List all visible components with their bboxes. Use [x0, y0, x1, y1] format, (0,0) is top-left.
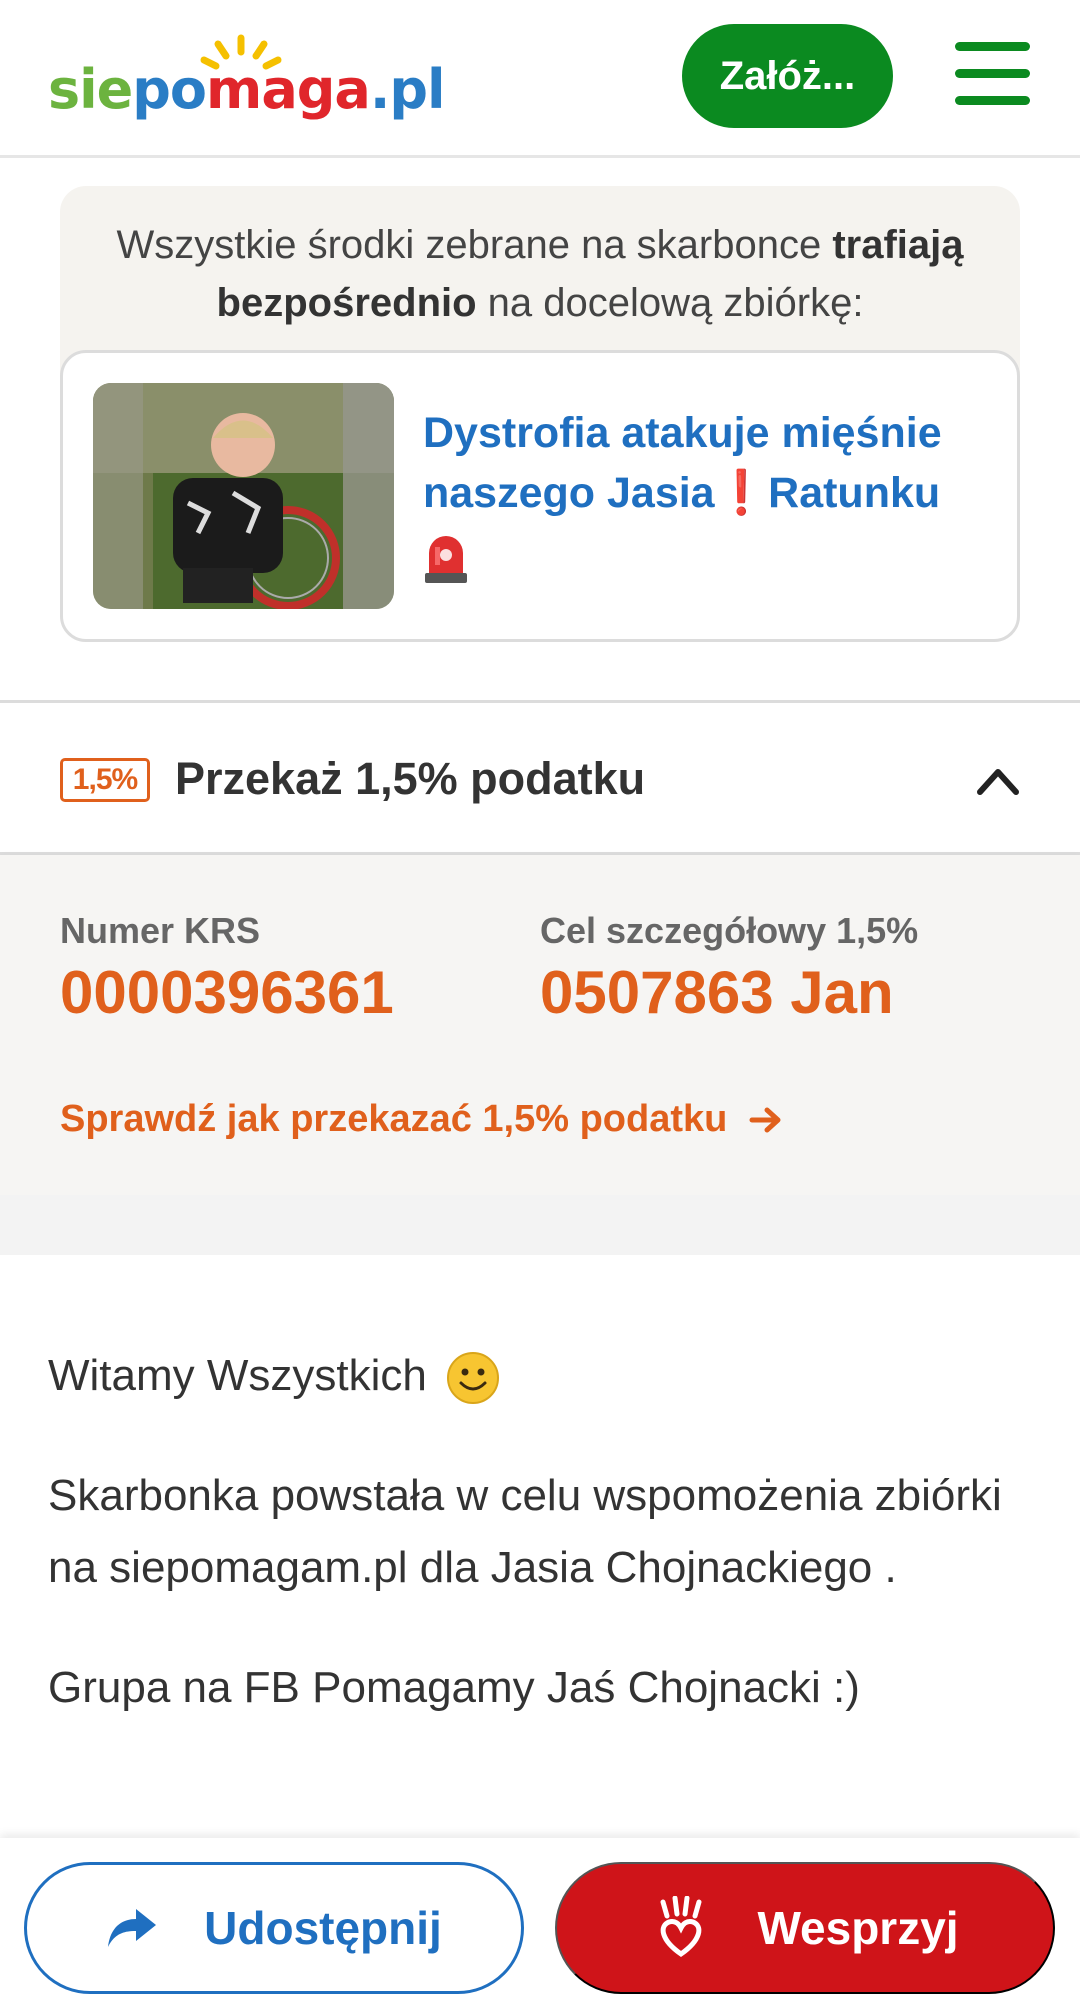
smile-emoji-icon	[447, 1352, 500, 1405]
logo-wordmark: siepomaga.pl	[48, 58, 446, 121]
share-arrow-icon	[108, 1909, 157, 1947]
destination-info-box: Wszystkie środki zebrane na skarbonce tr…	[60, 186, 1020, 642]
tax-how-to-link-label: Sprawdź jak przekazać 1,5% podatku	[60, 1098, 728, 1140]
bottom-action-bar: Udostępnij Wesprzyj	[0, 1838, 1080, 2003]
krs-label: Numer KRS	[60, 910, 261, 951]
tax-percent-badge: 1,5%	[60, 758, 150, 802]
krs-number: 0000396361	[60, 959, 394, 1026]
heart-m: maga	[206, 58, 371, 121]
support-button[interactable]: Wesprzyj	[555, 1862, 1055, 1994]
target-fundraiser-card[interactable]: Dystrofia atakuje mięśnie naszego Jasia❗…	[60, 350, 1020, 642]
siren-icon	[425, 535, 467, 583]
share-button-label: Udostępnij	[204, 1902, 442, 1954]
description-paragraph-2: Grupa na FB Pomagamy Jaś Chojnacki :)	[48, 1663, 860, 1712]
top-header: siepomaga.pl Załóż...	[0, 0, 1080, 158]
specific-goal-label: Cel szczegółowy 1,5%	[540, 910, 919, 951]
siepomaga-logo[interactable]: siepomaga.pl	[48, 30, 446, 121]
specific-goal-value: 0507863 Jan	[540, 959, 894, 1026]
exclamation-icon: ❗	[714, 469, 769, 517]
fundraiser-description: Witamy Wszystkich Skarbonka powstała w c…	[48, 1340, 1038, 1772]
tax-section-title: Przekaż 1,5% podatku	[175, 753, 646, 804]
arrow-right-icon	[749, 1107, 781, 1132]
description-paragraph-1: Skarbonka powstała w celu wspomożenia zb…	[48, 1471, 1002, 1592]
fundraiser-photo[interactable]	[93, 383, 394, 609]
support-button-label: Wesprzyj	[757, 1902, 959, 1954]
target-fundraiser-title[interactable]: Dystrofia atakuje mięśnie naszego Jasia❗…	[423, 403, 983, 585]
destination-info-text: Wszystkie środki zebrane na skarbonce tr…	[116, 223, 964, 325]
tax-details-panel: Numer KRS 0000396361 Cel szczegółowy 1,5…	[0, 855, 1080, 1195]
chevron-up-icon[interactable]	[975, 760, 1021, 800]
hamburger-menu-icon[interactable]	[955, 42, 1030, 106]
share-button[interactable]: Udostępnij	[24, 1862, 524, 1994]
tax-section-header[interactable]: 1,5% Przekaż 1,5% podatku	[0, 700, 1080, 855]
heart-hand-icon	[660, 1896, 702, 1958]
create-fundraiser-button[interactable]: Załóż...	[682, 24, 893, 128]
description-greeting: Witamy Wszystkich	[48, 1340, 1038, 1412]
section-divider	[0, 1195, 1080, 1255]
tax-how-to-link[interactable]: Sprawdź jak przekazać 1,5% podatku	[60, 1098, 783, 1141]
